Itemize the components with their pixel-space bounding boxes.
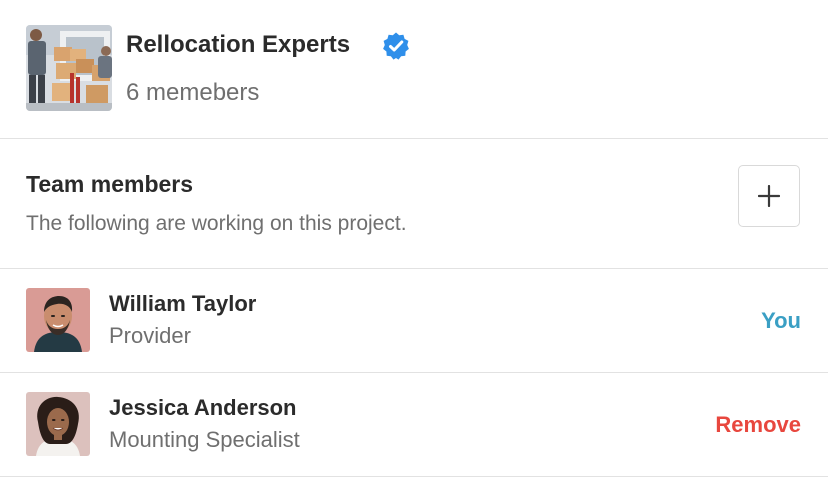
team-members-section-header (0, 139, 828, 269)
section-title: Team members (26, 171, 194, 197)
you-label: You (761, 308, 801, 333)
member-role: Mounting Specialist (109, 427, 300, 452)
add-member-button[interactable] (738, 165, 800, 227)
member-name: Jessica Anderson (109, 395, 297, 420)
plus-icon (758, 185, 780, 207)
member-row: William Taylor Provider You (0, 269, 828, 373)
remove-member-button[interactable]: Remove (715, 412, 801, 438)
team-header: Rellocation Experts 6 memebers (0, 0, 828, 139)
member-role: Provider (109, 323, 191, 348)
verified-badge-icon (381, 31, 411, 61)
member-row: Jessica Anderson Mounting Specialist Rem… (0, 373, 828, 477)
member-name: William Taylor (109, 291, 257, 316)
team-photo-image (26, 25, 112, 111)
avatar (26, 392, 90, 456)
team-photo (26, 25, 112, 111)
team-name: Rellocation Experts (126, 31, 351, 58)
section-subtitle: The following are working on this projec… (26, 212, 407, 235)
avatar (26, 288, 90, 352)
member-count: 6 memebers (126, 79, 260, 106)
